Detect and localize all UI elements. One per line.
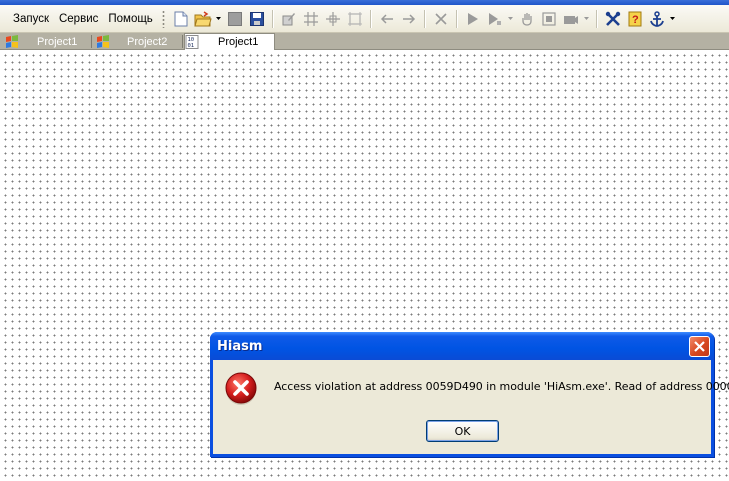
toolbar-separator	[595, 9, 598, 28]
tab-label: Project1	[37, 36, 78, 48]
tab-project1-active[interactable]: 10 01 Project1	[184, 33, 275, 50]
anchor-button[interactable]	[646, 8, 668, 30]
tab-label: Project2	[127, 36, 168, 48]
floppy-disk-icon	[249, 11, 264, 26]
tab-separator	[91, 35, 92, 48]
new-file-icon	[174, 11, 188, 26]
error-dialog: Hiasm Access violation at address 0059D4…	[210, 332, 729, 457]
new-file-button[interactable]	[170, 8, 192, 30]
open-folder-icon	[194, 10, 212, 26]
edit-button[interactable]	[278, 8, 300, 30]
help-button[interactable]: ?	[624, 8, 646, 30]
menu-item-run[interactable]: Запуск	[0, 6, 54, 32]
tab-label: Project1	[218, 36, 259, 48]
edit-icon	[282, 12, 295, 25]
frame-button[interactable]	[344, 8, 366, 30]
frame-icon	[347, 11, 362, 26]
square-icon	[227, 11, 242, 26]
delete-x-icon	[435, 12, 447, 25]
camera-dropdown-arrow[interactable]	[582, 8, 592, 30]
undo-button[interactable]	[376, 8, 398, 30]
stop-frame-icon	[542, 11, 556, 26]
delete-button[interactable]	[430, 8, 452, 30]
chevron-down-icon	[670, 17, 676, 20]
tab-project2[interactable]: Project2	[95, 34, 167, 50]
tab-project1[interactable]: Project1	[4, 34, 77, 50]
tools-button[interactable]	[602, 8, 624, 30]
windows-flag-icon	[97, 35, 109, 48]
anchor-dropdown-arrow[interactable]	[668, 8, 678, 30]
save-all-button[interactable]	[224, 8, 246, 30]
svg-text:?: ?	[632, 14, 639, 26]
dialog-title: Hiasm	[217, 339, 263, 354]
dialog-titlebar[interactable]: Hiasm	[210, 332, 714, 360]
ok-button[interactable]: OK	[426, 420, 499, 442]
open-dropdown-arrow[interactable]	[214, 8, 224, 30]
toolbar-separator	[423, 9, 426, 28]
stop-button[interactable]	[538, 8, 560, 30]
chevron-down-icon	[584, 17, 590, 20]
hand-icon	[522, 12, 532, 26]
toolbar-separator	[455, 9, 458, 28]
error-icon	[225, 372, 257, 405]
error-message: Access violation at address 0059D490 in …	[274, 380, 729, 393]
menu-toolbar: Запуск Сервис Помощь ?	[0, 5, 729, 33]
crosshair-icon	[325, 11, 340, 26]
close-button[interactable]	[689, 336, 710, 357]
grid-button[interactable]	[300, 8, 322, 30]
chevron-down-icon	[508, 17, 514, 20]
hand-button[interactable]	[516, 8, 538, 30]
help-book-icon: ?	[628, 11, 642, 26]
chevron-down-icon	[216, 17, 222, 20]
menu-item-help[interactable]: Помощь	[103, 6, 157, 32]
run-dropdown-arrow[interactable]	[506, 8, 516, 30]
play-debug-icon	[488, 12, 501, 25]
menu-item-service[interactable]: Сервис	[54, 6, 103, 32]
run-debug-button[interactable]	[484, 8, 506, 30]
redo-button[interactable]	[398, 8, 420, 30]
arrow-left-icon	[380, 13, 393, 24]
toolbar-separator	[369, 9, 372, 28]
arrow-right-icon	[402, 13, 415, 24]
camera-icon	[563, 15, 578, 24]
dialog-body: Access violation at address 0059D490 in …	[213, 360, 729, 454]
save-button[interactable]	[246, 8, 268, 30]
play-icon	[467, 12, 478, 25]
run-button[interactable]	[462, 8, 484, 30]
tools-icon	[605, 11, 620, 26]
project-tab-strip: Project1 Project2 10 01 Project1	[0, 33, 729, 50]
camera-button[interactable]	[560, 8, 582, 30]
binary-file-icon: 1001	[185, 35, 199, 49]
windows-flag-icon	[6, 35, 18, 48]
anchor-icon	[649, 10, 664, 27]
tab-separator	[182, 35, 183, 48]
toolbar-grip[interactable]	[161, 9, 165, 28]
svg-text:01: 01	[188, 43, 195, 49]
close-icon	[694, 341, 705, 352]
snap-button[interactable]	[322, 8, 344, 30]
grid-icon	[303, 11, 318, 26]
toolbar-separator	[271, 9, 274, 28]
open-folder-button[interactable]	[192, 8, 214, 30]
